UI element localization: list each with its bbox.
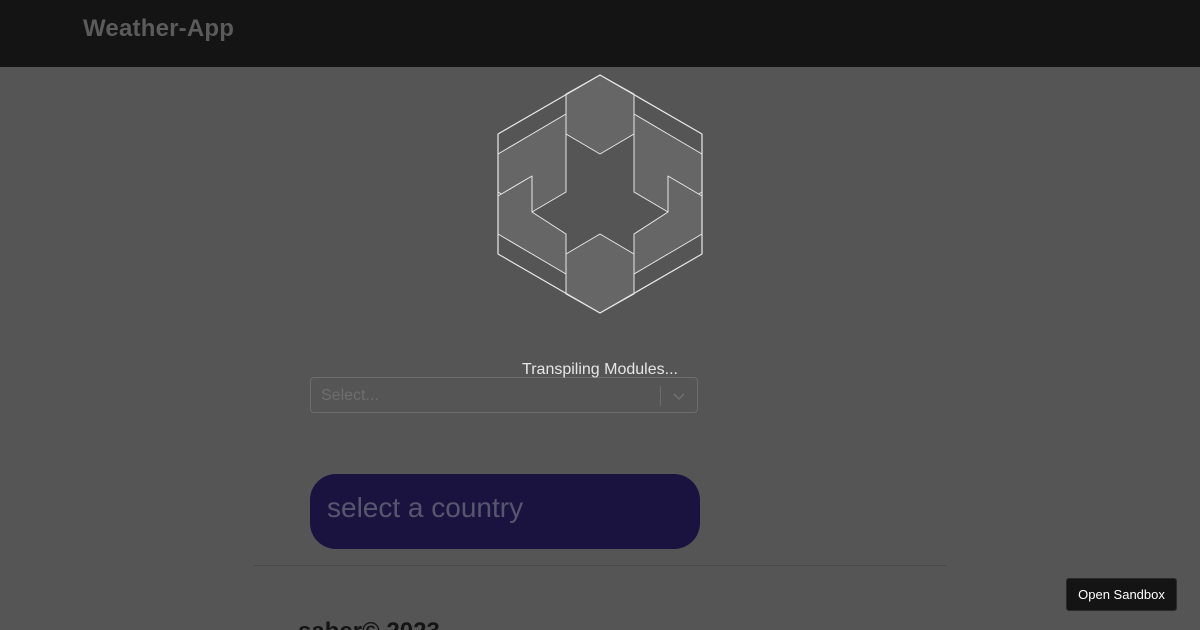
codesandbox-hexagon-logo-icon bbox=[497, 74, 703, 314]
select-indicator-separator bbox=[660, 386, 661, 406]
country-card: select a country bbox=[310, 474, 700, 549]
divider bbox=[254, 565, 946, 566]
country-card-text: select a country bbox=[327, 492, 524, 523]
loader-status-text: Transpiling Modules... bbox=[522, 361, 678, 378]
country-select-placeholder: Select... bbox=[321, 387, 379, 404]
country-select[interactable]: Select... bbox=[310, 377, 698, 413]
app-title: Weather-App bbox=[83, 15, 235, 42]
footer-copyright: saber© 2023 bbox=[298, 618, 440, 630]
app-header: Weather-App bbox=[0, 0, 1200, 67]
page: Weather-App Select... select a country s… bbox=[0, 0, 1200, 630]
open-sandbox-button[interactable]: Open Sandbox bbox=[1066, 578, 1177, 611]
chevron-down-icon[interactable] bbox=[671, 388, 687, 404]
